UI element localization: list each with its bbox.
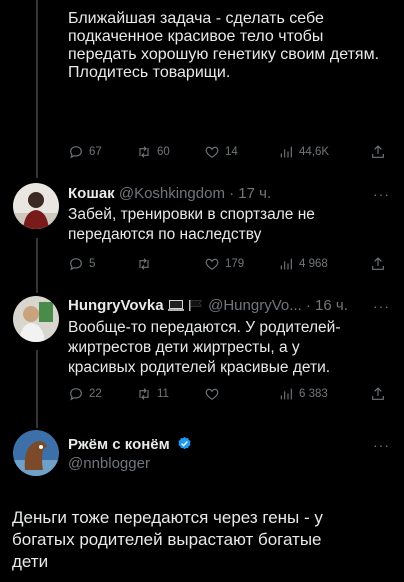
author-handle[interactable]: @nnblogger [68,455,150,472]
share-button[interactable] [370,144,386,160]
share-button[interactable] [370,256,386,272]
views-button[interactable]: 4 968 [278,256,366,272]
heart-icon [205,388,219,401]
share-icon [372,145,384,158]
share-icon [372,387,384,400]
share-icon [372,257,384,270]
reply-icon [70,146,82,159]
avatar-koshak[interactable] [13,183,59,229]
verified-badge-icon [178,436,191,450]
thread-line [36,238,38,293]
avatar-nnblogger[interactable] [13,430,59,476]
author-name[interactable]: Ржём с конём [68,436,170,453]
views-button[interactable]: 6 383 [278,386,366,402]
views-count: 4 968 [299,258,328,270]
reply-count: 67 [89,146,102,158]
tweet-1-text: Ближайшая задача - сделать себе подкачен… [68,10,380,81]
like-button[interactable]: 179 [204,256,278,272]
like-count: 179 [225,258,245,270]
views-count: 44,6K [299,146,330,158]
like-button[interactable] [204,386,278,402]
reply-icon [70,258,82,271]
retweet-button[interactable]: 60 [136,144,204,160]
tweet-4-header: Ржём с конём [68,435,192,455]
tweet-4-text: Деньги тоже передаются через гены - у бо… [12,508,323,571]
retweet-button[interactable] [136,256,204,272]
heart-icon [205,258,219,271]
more-options-button[interactable]: ··· [373,186,390,202]
views-icon [280,146,292,158]
views-icon [280,258,292,270]
retweet-icon [139,258,149,270]
black-flag-emoji-icon [188,300,202,311]
retweet-icon [139,388,149,400]
reply-count: 22 [89,388,102,400]
avatar-hungryvovka[interactable] [13,296,59,342]
tweet-1-actions: 67 60 14 44,6K [68,142,392,162]
reply-count: 5 [89,258,96,270]
views-button[interactable]: 44,6K [278,144,366,160]
like-button[interactable]: 14 [204,144,278,160]
thread-line [36,0,38,178]
retweet-button[interactable]: 11 [136,386,204,402]
retweet-icon [139,146,149,158]
author-handle[interactable]: @Koshkingdom · 17 ч. [119,185,271,202]
reply-button[interactable]: 67 [68,144,136,160]
tweet-3-text: Вообще-то передаются. У родителей- жиртр… [68,319,341,376]
views-count: 6 383 [299,388,328,400]
tweet-3-actions: 22 11 6 383 [68,384,392,404]
heart-icon [205,146,219,159]
reply-button[interactable]: 22 [68,386,136,402]
reply-icon [70,388,82,401]
thread-line [36,350,38,428]
tweet-3-header: HungryVovka @HungryVo... · 16 ч. [68,296,392,316]
author-handle[interactable]: @HungryVo... · 16 ч. [208,297,348,314]
retweet-count: 11 [157,388,169,400]
like-count: 14 [225,146,238,158]
retweet-count: 60 [157,146,170,158]
laptop-emoji-icon [167,300,184,311]
views-icon [280,388,292,400]
share-button[interactable] [370,386,386,402]
more-options-button[interactable]: ··· [373,437,390,453]
author-name[interactable]: Кошак [68,185,115,202]
more-options-button[interactable]: ··· [373,298,390,314]
author-name[interactable]: HungryVovka [68,297,164,314]
tweet-2-actions: 5 179 4 968 [68,254,392,274]
tweet-2-text: Забей, тренировки в спортзале не передаю… [68,206,315,243]
tweet-2-header: Кошак @Koshkingdom · 17 ч. [68,184,392,204]
reply-button[interactable]: 5 [68,256,136,272]
